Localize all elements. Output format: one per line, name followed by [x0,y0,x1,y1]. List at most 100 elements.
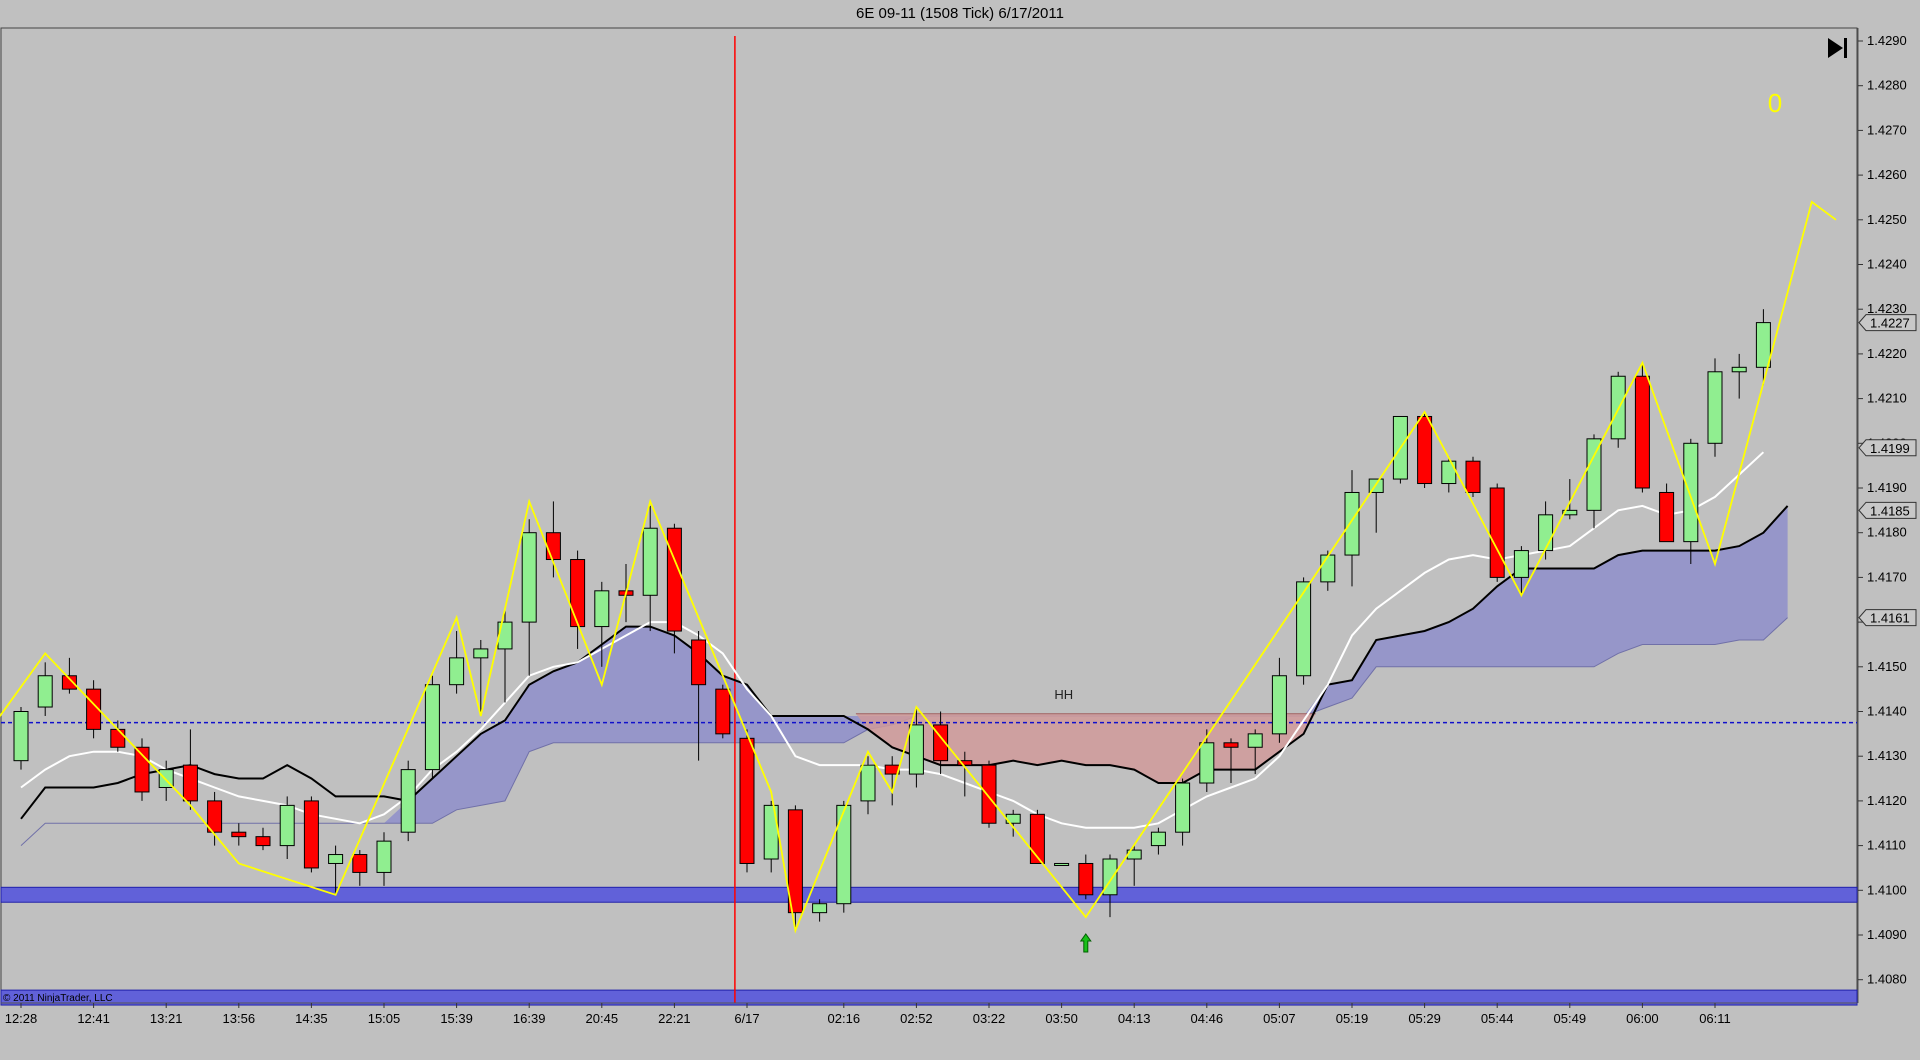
candle-body [303,800,319,869]
candle-body [1634,375,1650,489]
x-tick-label: 02:52 [900,1011,933,1026]
candle-body [691,639,707,686]
candle [1054,862,1070,866]
price-label: 1.4199 [1858,439,1917,457]
y-tick-label: 1.4130 [1867,748,1907,763]
candle-body [1683,442,1699,543]
candle-body [497,621,513,650]
x-tick-label: 12:41 [77,1011,110,1026]
counter-value: 0 [1768,88,1782,118]
y-tick-label: 1.4190 [1867,480,1907,495]
x-tick-label: 06:00 [1626,1011,1659,1026]
candle-body [449,657,465,686]
candle [1029,809,1045,864]
candle-body [400,769,416,833]
y-tick-label: 1.4090 [1867,927,1907,942]
x-tick-label: 14:35 [295,1011,328,1026]
hh-annotation-label: HH [1054,687,1073,702]
price-label: 1.4161 [1858,609,1917,627]
candle-body [1199,742,1215,784]
x-tick-label: 15:05 [368,1011,401,1026]
candle-body [763,804,779,860]
x-tick-label: 05:19 [1336,1011,1369,1026]
candle-body [1296,581,1312,677]
candle-body [1538,514,1554,552]
candle-body [545,532,561,561]
candle-body [739,737,755,864]
candle [1489,483,1505,582]
candle-body [352,854,368,873]
candle-body [1247,733,1263,748]
x-tick-label: 05:29 [1408,1011,1441,1026]
plot-area [0,27,1858,1004]
price-chart[interactable]: HH0© 2011 NinjaTrader, LLC1.40801.40901.… [0,0,1920,1060]
price-label: 1.4185 [1858,501,1917,519]
x-tick-label: 20:45 [586,1011,619,1026]
candle-body [908,724,924,775]
candle-body [328,854,344,864]
candle-body [1344,491,1360,556]
chart-window: 6E 09-11 (1508 Tick) 6/17/2011 HH 0 © 2011… [0,0,1920,1060]
candle [715,684,731,739]
candle-body [1441,460,1457,485]
price-label-text: 1.4185 [1870,503,1910,518]
y-tick-label: 1.4100 [1867,882,1907,897]
candle-body [1175,782,1191,833]
candle [400,760,416,842]
candle-body [715,688,731,735]
candle [981,760,997,828]
y-tick-label: 1.4110 [1867,838,1906,853]
candle [787,805,803,931]
candle-body [836,804,852,905]
candle-body [1150,831,1166,847]
candle-body [1054,862,1070,866]
y-tick-label: 1.4240 [1867,257,1907,272]
y-tick-label: 1.4260 [1867,167,1907,182]
candle-body [473,648,489,659]
y-tick-label: 1.4150 [1867,659,1907,674]
x-tick-label: 12:28 [5,1011,38,1026]
candle-body [1755,322,1771,368]
candle-body [1489,487,1505,578]
candle-body [642,527,658,596]
candle-body [1271,675,1287,735]
candle-body [37,675,53,708]
candle-body [231,831,247,838]
y-tick-label: 1.4170 [1867,569,1907,584]
x-tick-label: 13:21 [150,1011,183,1026]
y-tick-label: 1.4230 [1867,301,1907,316]
y-tick-label: 1.4210 [1867,391,1907,406]
candle-body [1513,550,1529,578]
candle-body [812,903,828,914]
y-tick-label: 1.4250 [1867,212,1907,227]
candle [1634,362,1650,493]
y-tick-label: 1.4280 [1867,78,1907,93]
candle [303,796,319,873]
price-label-text: 1.4161 [1870,611,1910,626]
candle-body [279,804,295,847]
candle-body [666,527,682,632]
x-tick-label: 16:39 [513,1011,546,1026]
candle-body [1586,438,1602,511]
x-tick-label: 05:44 [1481,1011,1514,1026]
candle-body [1078,862,1094,896]
candle [1392,415,1408,484]
candle [739,729,755,873]
band-a [0,886,1858,903]
y-tick-label: 1.4140 [1867,704,1907,719]
y-tick-label: 1.4180 [1867,525,1907,540]
x-tick-label: 05:07 [1263,1011,1296,1026]
y-tick-label: 1.4270 [1867,122,1907,137]
candle [134,738,150,801]
candle [424,675,440,779]
y-tick-label: 1.4220 [1867,346,1907,361]
candle-body [570,559,586,628]
x-tick-label: 03:22 [973,1011,1006,1026]
y-axis: 1.4080 1.4090 1.4100 1.4110 1.4120 1.4130 1.41… [1857,28,1917,1003]
candle [13,707,29,770]
candle-body [1320,554,1336,583]
y-tick-label: 1.4080 [1867,972,1907,987]
candle-body [1223,742,1239,748]
price-label-text: 1.4199 [1870,441,1910,456]
candle-body [1465,460,1481,493]
